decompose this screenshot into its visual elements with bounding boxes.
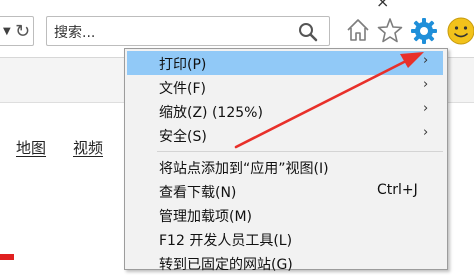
home-icon[interactable]: [345, 17, 371, 43]
smiley-icon[interactable]: [446, 16, 474, 46]
menu-item-label: F12 开发人员工具(L): [159, 233, 293, 249]
menu-item-safety[interactable]: 安全(S) ›: [127, 123, 443, 147]
menu-separator: [157, 151, 443, 152]
menu-item-print[interactable]: 打印(P) ›: [127, 51, 443, 75]
search-icon[interactable]: [297, 21, 319, 43]
star-icon[interactable]: [377, 17, 403, 43]
menu-item-view-downloads[interactable]: 查看下载(N) Ctrl+J: [127, 179, 443, 203]
menu-item-add-to-apps[interactable]: 将站点添加到“应用”视图(I): [127, 155, 443, 179]
close-tab-icon[interactable]: ×: [376, 0, 389, 11]
menu-item-pinned-sites[interactable]: 转到已固定的网站(G): [127, 251, 443, 275]
chevron-right-icon: ›: [423, 101, 429, 116]
search-placeholder: 搜索...: [54, 25, 96, 41]
menu-item-manage-addons[interactable]: 管理加载项(M): [127, 203, 443, 227]
nav-link-map[interactable]: 地图: [16, 137, 46, 158]
gear-icon[interactable]: [410, 17, 438, 45]
menu-item-dev-tools[interactable]: F12 开发人员工具(L): [127, 227, 443, 251]
menu-item-label: 文件(F): [159, 81, 206, 97]
address-bar-end[interactable]: ▼ ↻: [0, 16, 34, 46]
refresh-icon[interactable]: ↻: [15, 21, 30, 42]
search-input[interactable]: 搜索...: [46, 16, 330, 46]
menu-item-label: 缩放(Z) (125%): [159, 105, 263, 121]
menu-item-label: 管理加载项(M): [159, 209, 253, 225]
chevron-right-icon: ›: [423, 77, 429, 92]
dropdown-arrow-icon[interactable]: ▼: [3, 26, 11, 37]
page-red-accent: [0, 254, 14, 260]
menu-item-label: 安全(S): [159, 129, 207, 145]
chevron-right-icon: ›: [423, 53, 429, 68]
menu-item-zoom[interactable]: 缩放(Z) (125%) ›: [127, 99, 443, 123]
menu-item-label: 转到已固定的网站(G): [159, 257, 293, 273]
menu-item-shortcut: Ctrl+J: [377, 182, 418, 198]
chevron-right-icon: ›: [423, 125, 429, 140]
menu-item-label: 将站点添加到“应用”视图(I): [159, 161, 329, 177]
menu-item-file[interactable]: 文件(F) ›: [127, 75, 443, 99]
tools-menu: 打印(P) › 文件(F) › 缩放(Z) (125%) › 安全(S) › 将…: [124, 48, 448, 273]
menu-item-label: 打印(P): [159, 57, 207, 73]
nav-link-video[interactable]: 视频: [73, 137, 103, 158]
menu-item-label: 查看下载(N): [159, 185, 237, 201]
